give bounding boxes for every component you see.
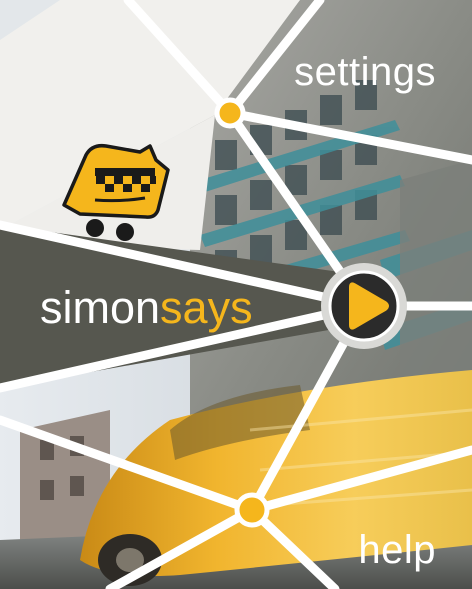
- play-button[interactable]: [321, 263, 407, 349]
- settings-button[interactable]: [210, 40, 472, 130]
- brand-title: simonsays: [40, 282, 253, 334]
- brand-title-prefix: simon: [40, 282, 161, 333]
- start-screen: settings help simonsays: [0, 0, 472, 589]
- brand-title-suffix: says: [160, 282, 253, 333]
- help-button[interactable]: [230, 490, 472, 589]
